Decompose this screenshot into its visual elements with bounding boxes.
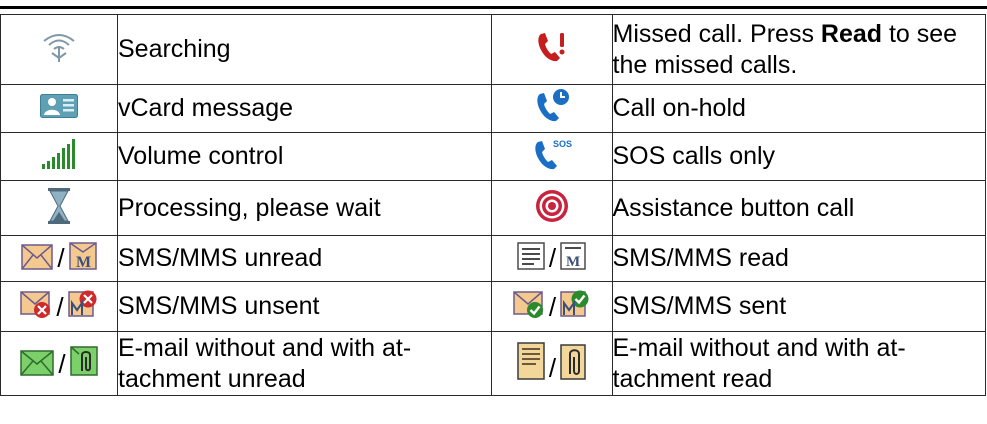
text-part: Missed call. Press [612, 19, 821, 48]
icon-pair: / [517, 342, 586, 383]
email-unread-icon [20, 350, 55, 376]
icon-cell: / [490, 281, 613, 332]
icon-cell [0, 14, 118, 85]
icon-pair: / [20, 346, 98, 379]
table-row: vCard message Call on-hold [0, 84, 986, 133]
hourglass-icon [47, 187, 71, 224]
assistance-target-icon [535, 189, 569, 223]
icon-cell [0, 132, 118, 181]
table-row: / M SMS/MMS unread / M SMS/MMS read [0, 235, 986, 282]
missed-call-icon [535, 30, 569, 64]
read-keyword: Read [820, 19, 883, 48]
sms-read-icon [517, 242, 545, 270]
separator: / [548, 292, 557, 322]
table-row: / SMS/MMS unsent / SMS/MMS sent [0, 281, 986, 332]
legend-text: Assistance button call [611, 180, 986, 236]
table-row: Processing, please wait Assistance butto… [0, 180, 986, 236]
legend-text: Missed call. Press Read to see the misse… [611, 14, 986, 85]
vcard-icon [40, 94, 78, 118]
legend-text: SMS/MMS read [611, 235, 986, 282]
icon-cell [490, 180, 613, 236]
icon-cell: / [0, 281, 118, 332]
legend-text: Volume control [117, 132, 492, 181]
email-read-icon [517, 342, 545, 380]
separator: / [548, 353, 557, 383]
legend-text: E-mail without and with at-tachment unre… [117, 331, 492, 396]
icon-cell: SOS [490, 132, 613, 181]
svg-text:SOS: SOS [553, 139, 572, 149]
sms-unread-icon [21, 244, 54, 270]
mms-unread-icon: M [68, 242, 97, 270]
legend-text: SMS/MMS unread [117, 235, 492, 282]
legend-text: SMS/MMS unsent [117, 281, 492, 332]
sos-call-icon: SOS [532, 137, 572, 171]
icon-pair: / M [21, 242, 97, 273]
email-attachment-unread-icon [69, 346, 98, 376]
antenna-searching-icon [41, 31, 77, 63]
call-on-hold-icon [534, 88, 570, 124]
top-rule [0, 6, 987, 9]
volume-bars-icon [41, 139, 77, 169]
legend-text: SOS calls only [611, 132, 986, 181]
icon-cell: / M [490, 235, 613, 282]
svg-text:M: M [566, 254, 580, 270]
icon-cell: / [0, 331, 118, 396]
icon-pair: / M [517, 242, 586, 273]
separator: / [58, 349, 66, 379]
icon-cell [490, 14, 613, 85]
svg-text:M: M [76, 254, 91, 270]
icon-pair: / [513, 289, 590, 322]
table-row: / E-mail without and with at-tachment un… [0, 331, 986, 396]
separator: / [56, 292, 64, 322]
legend-text: E-mail without and with at-tachment read [611, 331, 986, 396]
legend-text: Searching [117, 14, 492, 85]
legend-text: Call on-hold [611, 84, 986, 133]
table-row: Searching Missed call. Press Read to see… [0, 14, 986, 85]
icon-cell [490, 84, 613, 133]
icon-cell [0, 180, 118, 236]
mms-unsent-icon [67, 289, 98, 319]
separator: / [548, 243, 557, 273]
icon-pair: / [20, 289, 98, 322]
mms-sent-icon [560, 289, 590, 319]
sms-sent-icon [513, 291, 545, 319]
legend-text: SMS/MMS sent [611, 281, 986, 332]
email-attachment-read-icon [560, 344, 586, 380]
legend-text: Processing, please wait [117, 180, 492, 236]
icon-legend-table: Searching Missed call. Press Read to see… [0, 14, 986, 396]
mms-read-icon: M [560, 242, 586, 270]
icon-cell: / M [0, 235, 118, 282]
table-row: Volume control SOS SOS calls only [0, 132, 986, 181]
icon-cell: / [490, 331, 613, 396]
icon-cell [0, 84, 118, 133]
separator: / [57, 243, 65, 273]
sms-unsent-icon [20, 291, 52, 319]
legend-text: vCard message [117, 84, 492, 133]
